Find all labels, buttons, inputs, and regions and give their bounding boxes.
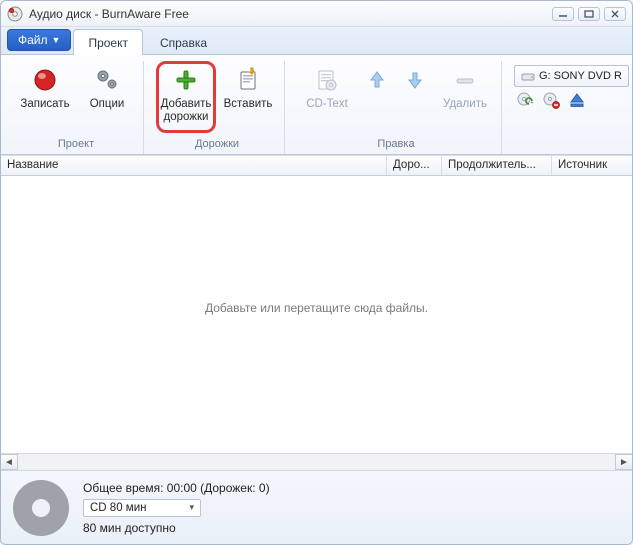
column-source[interactable]: Источник <box>552 156 632 175</box>
close-button[interactable] <box>604 7 626 21</box>
move-down-button[interactable] <box>397 61 433 133</box>
cdtext-button[interactable]: CD-Text <box>297 61 357 133</box>
track-list[interactable]: Добавьте или перетащите сюда файлы. <box>1 176 632 453</box>
delete-icon <box>451 66 479 94</box>
burn-label: Записать <box>20 98 69 111</box>
scroll-left-button[interactable]: ◄ <box>1 454 18 470</box>
add-tracks-label: Добавить дорожки <box>161 98 212 124</box>
tab-project[interactable]: Проект <box>73 29 143 55</box>
app-window: Аудио диск - BurnAware Free Файл ▼ Проек… <box>0 0 633 545</box>
tab-strip: Файл ▼ Проект Справка <box>1 27 632 55</box>
record-icon <box>31 66 59 94</box>
cdtext-icon <box>313 66 341 94</box>
app-icon <box>7 6 23 22</box>
options-label: Опции <box>90 98 125 111</box>
burn-button[interactable]: Записать <box>15 61 75 133</box>
insert-label: Вставить <box>224 98 273 111</box>
disc-erase-icon[interactable] <box>542 91 560 109</box>
options-button[interactable]: Опции <box>77 61 137 133</box>
disc-usage-icon <box>13 480 69 536</box>
delete-button[interactable]: Удалить <box>435 61 495 133</box>
maximize-button[interactable] <box>578 7 600 21</box>
empty-placeholder: Добавьте или перетащите сюда файлы. <box>1 301 632 315</box>
title-bar: Аудио диск - BurnAware Free <box>1 1 632 27</box>
column-name[interactable]: Название <box>1 156 387 175</box>
eject-icon[interactable] <box>568 91 586 109</box>
arrow-down-icon <box>401 66 429 94</box>
ribbon-group-edit-label: Правка <box>297 136 495 152</box>
ribbon-group-drive: G: SONY DVD R <box>508 61 633 154</box>
add-tracks-button[interactable]: Добавить дорожки <box>156 61 216 133</box>
available-label: 80 мин доступно <box>83 521 270 535</box>
column-tracks[interactable]: Доро... <box>387 156 442 175</box>
column-duration[interactable]: Продолжитель... <box>442 156 552 175</box>
insert-button[interactable]: Вставить <box>218 61 278 133</box>
move-up-button[interactable] <box>359 61 395 133</box>
drive-label: G: SONY DVD R <box>539 70 622 82</box>
delete-label: Удалить <box>443 98 487 111</box>
disc-preset-select[interactable]: CD 80 мин ▾ <box>83 499 201 517</box>
ribbon-group-project: Записать Опции Проект <box>9 61 144 154</box>
disc-preset-value: CD 80 мин <box>90 502 146 514</box>
ribbon-group-tracks-label: Дорожки <box>156 136 278 152</box>
total-time-label: Общее время: 00:00 (Дорожек: 0) <box>83 481 270 495</box>
disc-refresh-icon[interactable] <box>516 91 534 109</box>
tab-project-label: Проект <box>88 36 128 50</box>
options-icon <box>93 66 121 94</box>
ribbon-group-drive-label <box>514 109 629 125</box>
insert-icon <box>234 66 262 94</box>
drive-icon <box>521 69 535 83</box>
chevron-down-icon: ▼ <box>52 35 61 45</box>
column-headers: Название Доро... Продолжитель... Источни… <box>1 155 632 176</box>
tab-help-label: Справка <box>160 36 207 50</box>
ribbon: Записать Опции Проект <box>1 55 632 155</box>
plus-icon <box>172 66 200 94</box>
file-menu-button[interactable]: Файл ▼ <box>7 29 71 51</box>
minimize-button[interactable] <box>552 7 574 21</box>
file-menu-label: Файл <box>18 33 48 47</box>
chevron-down-icon: ▾ <box>189 502 194 513</box>
ribbon-group-tracks: Добавить дорожки Вставить <box>150 61 285 154</box>
drive-actions <box>514 91 629 109</box>
arrow-up-icon <box>363 66 391 94</box>
tab-help[interactable]: Справка <box>145 29 222 55</box>
scroll-right-button[interactable]: ► <box>615 454 632 470</box>
horizontal-scrollbar[interactable]: ◄ ► <box>1 453 632 470</box>
status-bar: Общее время: 00:00 (Дорожек: 0) CD 80 ми… <box>1 470 632 544</box>
window-title: Аудио диск - BurnAware Free <box>29 7 189 21</box>
drive-select[interactable]: G: SONY DVD R <box>514 65 629 87</box>
scroll-track[interactable] <box>18 454 615 470</box>
ribbon-group-project-label: Проект <box>15 136 137 152</box>
ribbon-group-edit: CD-Text <box>291 61 502 154</box>
cdtext-label: CD-Text <box>306 98 348 111</box>
